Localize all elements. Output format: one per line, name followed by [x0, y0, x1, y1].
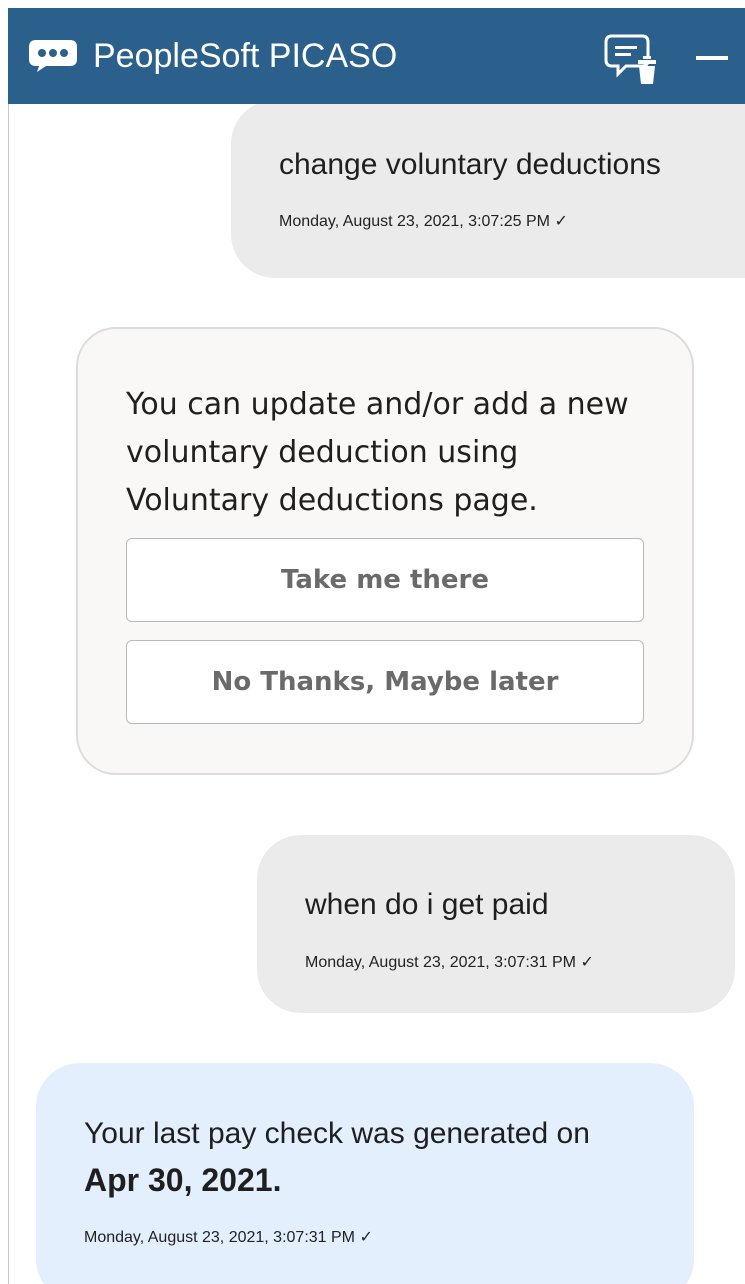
clear-chat-button[interactable]	[602, 30, 662, 86]
user-message-bubble: change voluntary deductions Monday, Augu…	[231, 104, 745, 278]
user-message-bubble: when do i get paid Monday, August 23, 20…	[257, 835, 735, 1013]
chat-header: PeopleSoft PICASO	[8, 8, 745, 104]
reply-message: Your last pay check was generated on	[84, 1117, 590, 1150]
minimize-icon	[696, 56, 728, 60]
chat-window: PeopleSoft PICASO change voluntary deduc…	[0, 0, 745, 1284]
chat-bubble-icon	[29, 40, 77, 72]
bot-reply-text: Your last pay check was generated on Apr…	[84, 1111, 664, 1205]
message-timestamp: Monday, August 23, 2021, 3:07:31 PM ✓	[305, 954, 594, 971]
bot-message-card: You can update and/or add a new voluntar…	[76, 327, 694, 775]
conversation-area[interactable]: change voluntary deductions Monday, Augu…	[8, 104, 745, 1284]
minimize-button[interactable]	[688, 38, 738, 78]
no-thanks-button[interactable]: No Thanks, Maybe later	[126, 640, 644, 724]
message-timestamp: Monday, August 23, 2021, 3:07:25 PM ✓	[279, 213, 568, 230]
bot-message-text: You can update and/or add a new voluntar…	[126, 387, 629, 518]
app-title: PeopleSoft PICASO	[93, 37, 398, 75]
user-message-text: change voluntary deductions	[279, 148, 661, 181]
message-timestamp: Monday, August 23, 2021, 3:07:31 PM ✓	[84, 1229, 373, 1246]
user-message-text: when do i get paid	[305, 888, 549, 921]
bot-reply-bubble: Your last pay check was generated on Apr…	[36, 1063, 694, 1284]
clear-chat-icon	[604, 34, 658, 84]
take-me-there-button[interactable]: Take me there	[126, 538, 644, 622]
pay-check-date: Apr 30, 2021.	[84, 1162, 282, 1198]
